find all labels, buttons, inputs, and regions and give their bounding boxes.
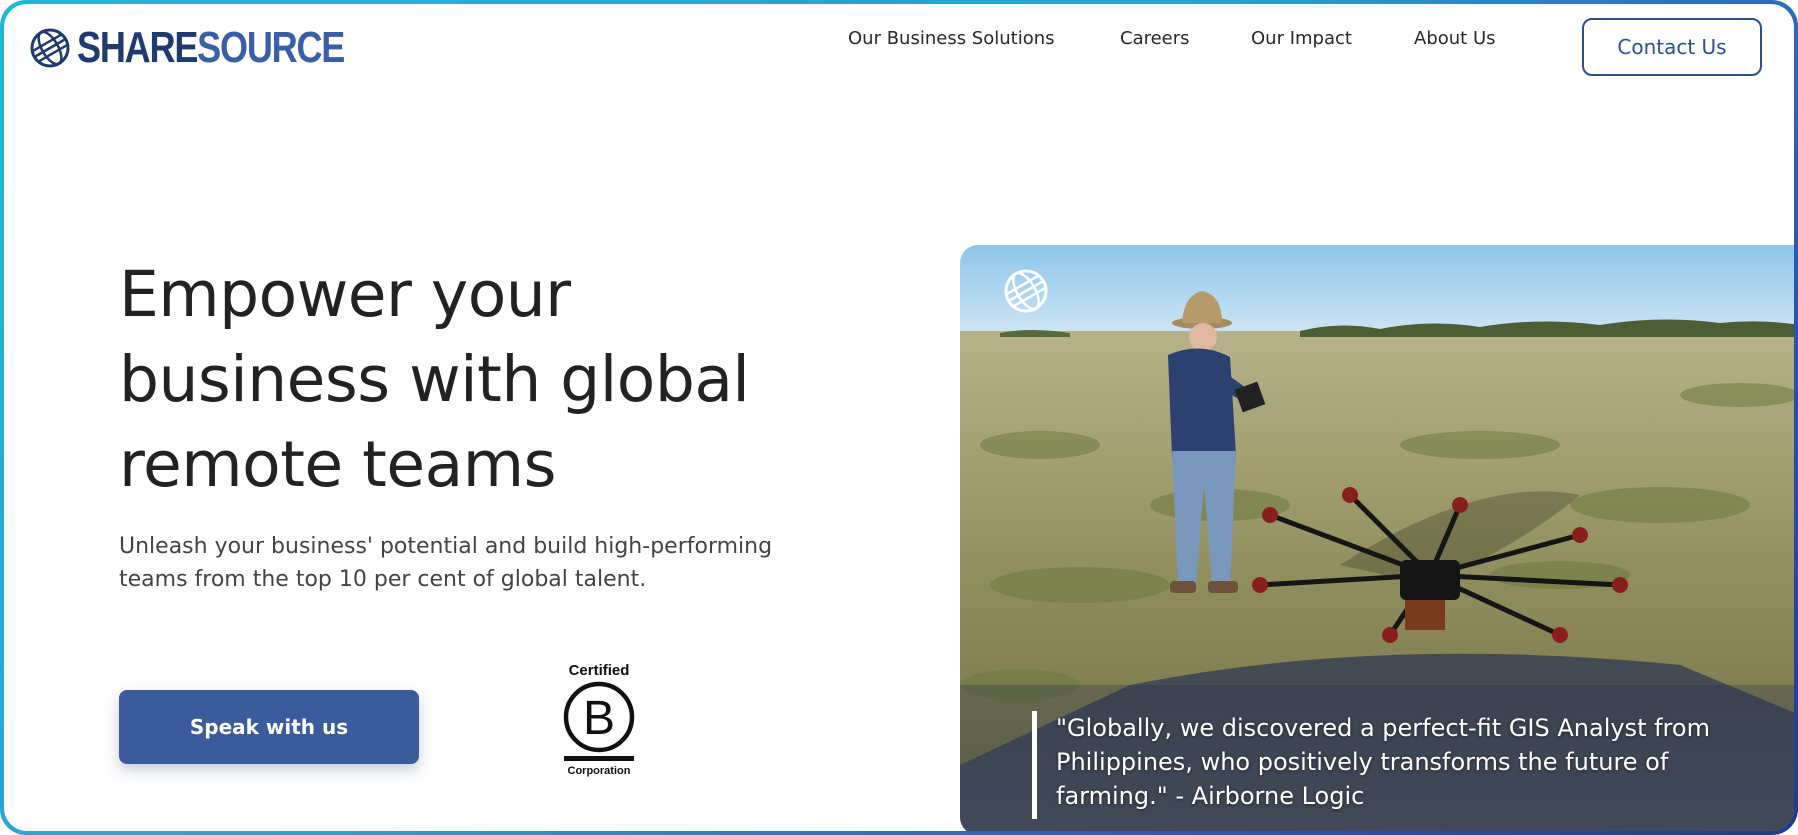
- quote-line: farming." - Airborne Logic: [1056, 782, 1365, 810]
- nav-item-business-solutions[interactable]: Our Business Solutions: [848, 28, 1055, 49]
- hero-subheading-line: teams from the top 10 per cent of global…: [119, 567, 647, 592]
- speak-with-us-button[interactable]: Speak with us: [119, 690, 419, 764]
- hero-headline-line: remote teams: [119, 428, 556, 501]
- hero-headline: Empower your business with global remote…: [119, 252, 879, 507]
- quote-bar: [1032, 711, 1037, 819]
- bcorp-certified-label: Certified: [568, 662, 630, 679]
- bcorp-logo-icon: B: [563, 681, 635, 761]
- brand-logo[interactable]: SHARESOURCE: [29, 26, 403, 70]
- bcorp-badge: Certified B Corporation: [556, 662, 642, 777]
- globe-icon: [29, 27, 71, 69]
- brand-part-source: SOURCE: [197, 23, 345, 72]
- hero-headline-line: Empower your: [119, 258, 571, 331]
- nav-item-careers[interactable]: Careers: [1120, 28, 1190, 49]
- brand-part-share: SHARE: [77, 23, 198, 72]
- testimonial-quote: "Globally, we discovered a perfect-fit G…: [1056, 711, 1756, 813]
- quote-line: "Globally, we discovered a perfect-fit G…: [1056, 714, 1710, 742]
- hero-photo: "Globally, we discovered a perfect-fit G…: [960, 245, 1794, 831]
- nav-item-our-impact[interactable]: Our Impact: [1251, 28, 1352, 49]
- quote-line: Philippines, who positively transforms t…: [1056, 748, 1669, 776]
- bcorp-corporation-label: Corporation: [567, 765, 631, 777]
- nav-item-about-us[interactable]: About Us: [1414, 28, 1496, 49]
- hero-subheading-line: Unleash your business' potential and bui…: [119, 534, 773, 559]
- page: SHARESOURCE Our Business Solutions Caree…: [4, 4, 1794, 831]
- bcorp-letter: B: [583, 692, 615, 745]
- contact-us-button[interactable]: Contact Us: [1582, 18, 1762, 76]
- brand-wordmark: SHARESOURCE: [77, 23, 345, 72]
- hero-headline-line: business with global: [119, 343, 750, 416]
- hero-subheading: Unleash your business' potential and bui…: [119, 530, 879, 596]
- browser-frame: SHARESOURCE Our Business Solutions Caree…: [0, 0, 1798, 835]
